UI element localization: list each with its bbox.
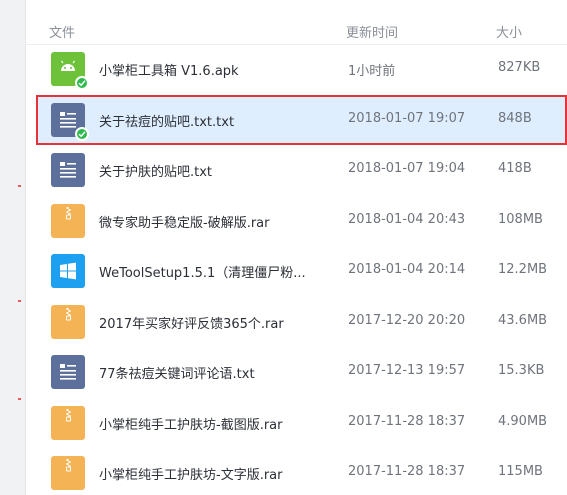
archive-zip-icon (51, 456, 85, 490)
file-size: 848B (498, 111, 532, 126)
file-name[interactable]: 小掌柜工具箱 V1.6.apk (99, 60, 344, 79)
text-document-icon (51, 355, 85, 389)
file-updated-time: 1小时前 (348, 64, 396, 79)
file-row[interactable]: WeToolSetup1.5.1（清理僵尸粉... 2018-01-04 20:1… (26, 246, 567, 296)
archive-zip-icon (51, 305, 85, 339)
file-row[interactable]: 2017年买家好评反馈365个.rar 2017-12-20 20:20 43.6M… (26, 297, 567, 347)
column-header-updated-time[interactable]: 更新时间 (346, 22, 398, 41)
archive-zip-icon (51, 406, 85, 440)
file-size: 4.90MB (498, 414, 548, 429)
file-size: 418B (498, 161, 532, 176)
file-name[interactable]: 微专家助手稳定版-破解版.rar (99, 212, 344, 231)
file-row-selected[interactable]: 关于祛痘的贴吧.txt.txt 2018-01-07 19:07 848B (36, 95, 567, 145)
file-row[interactable]: 小掌柜纯手工护肤坊-文字版.rar 2017-11-28 18:37 115MB (26, 448, 567, 495)
file-size: 827KB (498, 60, 541, 75)
rail-marker (18, 300, 21, 302)
file-row[interactable]: 小掌柜纯手工护肤坊-截图版.rar 2017-11-28 18:37 4.90MB (26, 398, 567, 448)
file-size: 12.2MB (498, 262, 548, 277)
file-name[interactable]: 关于护肤的贴吧.txt (99, 161, 344, 180)
file-browser: 文件 更新时间 大小 小掌柜工具箱 V1.6.apk 1小时前 827KB 关于祛痘的… (0, 0, 567, 495)
file-name[interactable]: 77条祛痘关键词评论语.txt (99, 363, 344, 382)
file-name[interactable]: 关于祛痘的贴吧.txt.txt (99, 111, 344, 130)
file-row[interactable]: 关于护肤的贴吧.txt 2018-01-07 19:04 418B (26, 145, 567, 195)
file-updated-time: 2018-01-07 19:04 (348, 161, 466, 176)
text-document-icon (51, 153, 85, 187)
synced-check-icon (75, 127, 89, 141)
text-document-icon (51, 103, 89, 141)
file-size: 15.3KB (498, 363, 545, 378)
file-updated-time: 2017-11-28 18:37 (348, 414, 466, 429)
column-header-name[interactable]: 文件 (49, 22, 75, 41)
file-size: 43.6MB (498, 313, 548, 328)
file-name[interactable]: WeToolSetup1.5.1（清理僵尸粉... (99, 262, 344, 281)
file-name[interactable]: 2017年买家好评反馈365个.rar (99, 313, 344, 332)
rail-marker (18, 398, 21, 400)
file-row[interactable]: 微专家助手稳定版-破解版.rar 2018-01-04 20:43 108MB (26, 196, 567, 246)
file-name[interactable]: 小掌柜纯手工护肤坊-截图版.rar (99, 414, 344, 433)
file-updated-time: 2017-11-28 18:37 (348, 464, 466, 479)
file-row[interactable]: 小掌柜工具箱 V1.6.apk 1小时前 827KB (26, 44, 567, 94)
synced-check-icon (75, 76, 89, 90)
left-sidebar (0, 0, 26, 495)
file-size: 108MB (498, 212, 543, 227)
file-name[interactable]: 小掌柜纯手工护肤坊-文字版.rar (99, 464, 344, 483)
column-header-size[interactable]: 大小 (496, 22, 522, 41)
archive-zip-icon (51, 204, 85, 238)
file-updated-time: 2017-12-20 20:20 (348, 313, 466, 328)
file-updated-time: 2018-01-04 20:14 (348, 262, 466, 277)
android-apk-icon (51, 52, 89, 90)
column-header: 文件 更新时间 大小 (26, 14, 567, 45)
file-size: 115MB (498, 464, 543, 479)
rail-marker (18, 185, 21, 187)
file-updated-time: 2017-12-13 19:57 (348, 363, 466, 378)
windows-installer-icon (51, 254, 85, 288)
file-updated-time: 2018-01-04 20:43 (348, 212, 466, 227)
file-updated-time: 2018-01-07 19:07 (348, 111, 466, 126)
file-row[interactable]: 77条祛痘关键词评论语.txt 2017-12-13 19:57 15.3KB (26, 347, 567, 397)
